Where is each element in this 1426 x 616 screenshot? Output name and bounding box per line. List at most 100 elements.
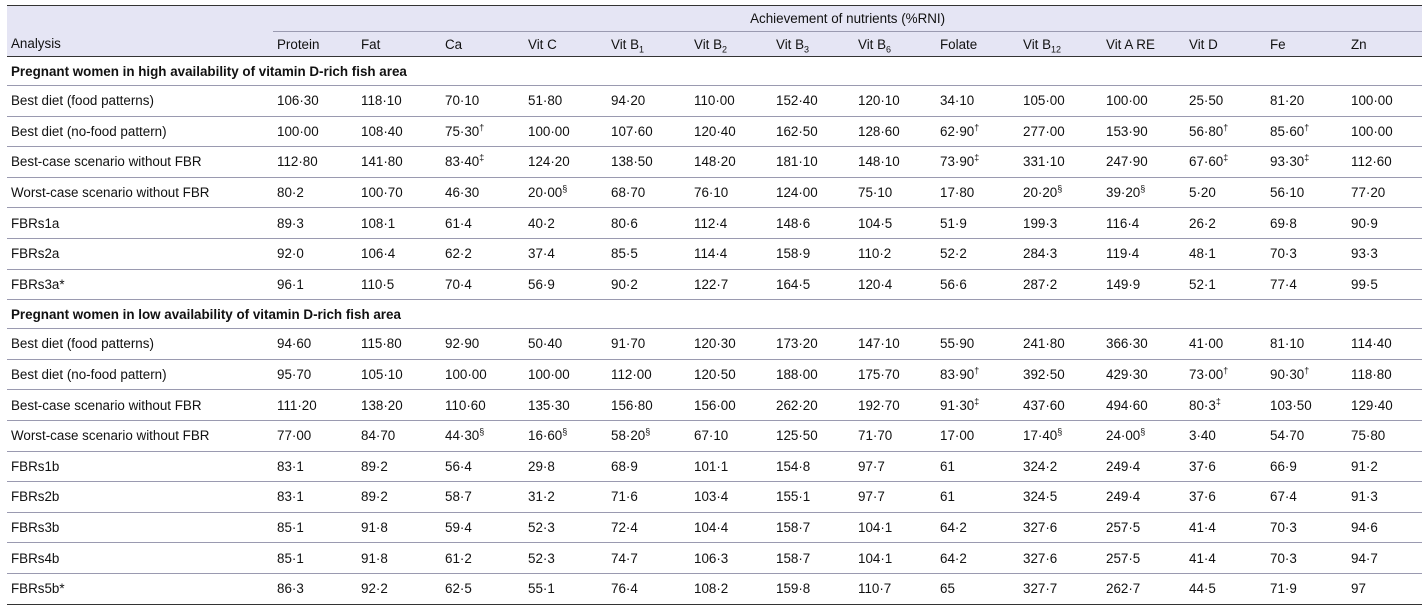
cell-value: 327·7 bbox=[1023, 581, 1058, 597]
cell-value: 112·80 bbox=[277, 154, 318, 170]
cell-value: 61 bbox=[940, 458, 955, 474]
cell-value: 80·2 bbox=[277, 185, 304, 201]
cell-value: 392·50 bbox=[1023, 367, 1065, 383]
cell-value: 94·7 bbox=[1351, 550, 1378, 566]
table-cell: 81·20 bbox=[1266, 85, 1347, 117]
cell-value: 97 bbox=[1351, 581, 1366, 597]
table-cell: 111·20 bbox=[273, 389, 357, 421]
cell-value: 70·3 bbox=[1270, 520, 1297, 536]
row-label: Best diet (food patterns) bbox=[7, 85, 273, 117]
cell-value: 51·80 bbox=[528, 93, 563, 109]
cell-value: 61·2 bbox=[445, 550, 472, 566]
cell-value: 112·00 bbox=[611, 367, 652, 383]
table-cell: 188·00 bbox=[772, 359, 854, 391]
row-label: Best diet (no-food pattern) bbox=[7, 359, 273, 391]
table-cell: 90·9 bbox=[1347, 207, 1423, 239]
cell-value: 94·60 bbox=[277, 336, 312, 352]
nutrient-achievement-table: Achievement of nutrients (%RNI) Analysis… bbox=[7, 5, 1423, 605]
table-cell: 71·6 bbox=[607, 481, 690, 513]
table-cell: 83·1 bbox=[273, 451, 357, 483]
table-cell: 31·2 bbox=[524, 481, 607, 513]
cell-value: 181·10 bbox=[776, 154, 818, 170]
footnote-marker: § bbox=[562, 183, 568, 194]
cell-value: 70·4 bbox=[445, 276, 472, 292]
table-cell: 104·1 bbox=[854, 512, 936, 544]
cell-value: 90·30 bbox=[1270, 367, 1305, 383]
table-cell: 52·3 bbox=[524, 542, 607, 574]
table-cell: 34·10 bbox=[936, 85, 1019, 117]
table-cell: 148·6 bbox=[772, 207, 854, 239]
cell-value: 257·5 bbox=[1106, 550, 1141, 566]
cell-value: 114·40 bbox=[1351, 336, 1392, 352]
cell-value: 66·9 bbox=[1270, 458, 1297, 474]
cell-value: 103·4 bbox=[694, 489, 729, 505]
cell-value: 50·40 bbox=[528, 336, 563, 352]
footnote-marker: § bbox=[1140, 183, 1146, 194]
cell-value: 287·2 bbox=[1023, 276, 1058, 292]
table-cell: 107·60 bbox=[607, 116, 690, 148]
cell-value: 106·4 bbox=[361, 246, 396, 262]
cell-value: 64·2 bbox=[940, 520, 967, 536]
table-cell: 110·60 bbox=[441, 389, 524, 421]
table-cell: 52·1 bbox=[1185, 269, 1266, 301]
cell-value: 75·80 bbox=[1351, 428, 1386, 444]
cell-value: 85·5 bbox=[611, 246, 638, 262]
table-cell: 100·00 bbox=[273, 116, 357, 148]
table-cell: 17·80 bbox=[936, 177, 1019, 209]
table-cell: 83·90† bbox=[936, 359, 1019, 391]
cell-value: 52·1 bbox=[1189, 276, 1216, 292]
footnote-marker: ‡ bbox=[1223, 153, 1229, 164]
cell-value: 106·3 bbox=[694, 550, 729, 566]
cell-value: 124·00 bbox=[776, 185, 818, 201]
table-cell: 114·4 bbox=[690, 238, 772, 270]
row-label: Worst-case scenario without FBR bbox=[7, 177, 273, 209]
cell-value: 61·4 bbox=[445, 215, 472, 231]
table-cell: 284·3 bbox=[1019, 238, 1102, 270]
cell-value: 154·8 bbox=[776, 458, 811, 474]
table-cell: 61·4 bbox=[441, 207, 524, 239]
table-cell: 110·00 bbox=[690, 85, 772, 117]
column-header: Fat bbox=[357, 31, 441, 57]
cell-value: 83·40 bbox=[445, 154, 480, 170]
table-cell: 83·40‡ bbox=[441, 146, 524, 178]
table-cell: 44·5 bbox=[1185, 573, 1266, 605]
table-cell: 158·7 bbox=[772, 512, 854, 544]
section-header-row: Pregnant women in high availability of v… bbox=[7, 56, 1423, 86]
cell-value: 100·00 bbox=[528, 123, 570, 139]
cell-value: 83·1 bbox=[277, 489, 304, 505]
cell-value: 3·40 bbox=[1189, 428, 1216, 444]
table-cell: 25·50 bbox=[1185, 85, 1266, 117]
table-cell: 106·30 bbox=[273, 85, 357, 117]
cell-value: 173·20 bbox=[776, 336, 818, 352]
table-cell: 64·2 bbox=[936, 512, 1019, 544]
table-cell: 114·40 bbox=[1347, 328, 1423, 360]
table-cell: 120·50 bbox=[690, 359, 772, 391]
cell-value: 155·1 bbox=[776, 489, 811, 505]
cell-value: 147·10 bbox=[858, 336, 900, 352]
cell-value: 120·30 bbox=[694, 336, 736, 352]
cell-value: 56·6 bbox=[940, 276, 967, 292]
table-cell: 124·20 bbox=[524, 146, 607, 178]
column-header-label: Protein bbox=[277, 36, 320, 52]
cell-value: 158·7 bbox=[776, 520, 811, 536]
cell-value: 95·70 bbox=[277, 367, 312, 383]
table-row: FBRs1b 83·1 89·2 56·4 29·8 68·9 101·1 154·8 97·7… bbox=[7, 451, 1423, 483]
cell-value: 104·1 bbox=[858, 550, 893, 566]
group-header: Achievement of nutrients (%RNI) bbox=[273, 5, 1423, 32]
cell-value: 106·30 bbox=[277, 93, 319, 109]
table-row: FBRs2b 83·1 89·2 58·7 31·2 71·6 103·4 155·1 97·7… bbox=[7, 481, 1423, 513]
footnote-marker: ‡ bbox=[1215, 396, 1221, 407]
table-cell: 64·2 bbox=[936, 542, 1019, 574]
table-cell: 164·5 bbox=[772, 269, 854, 301]
column-header: Vit B1 bbox=[607, 31, 690, 57]
cell-value: 159·8 bbox=[776, 581, 811, 597]
column-header-label: Vit B bbox=[611, 36, 640, 52]
table-cell: 125·50 bbox=[772, 420, 854, 452]
footnote-marker: ‡ bbox=[479, 153, 485, 164]
footnote-marker: ‡ bbox=[1304, 153, 1310, 164]
table-cell: 65 bbox=[936, 573, 1019, 605]
cell-value: 324·5 bbox=[1023, 489, 1058, 505]
cell-value: 108·40 bbox=[361, 123, 403, 139]
column-header-analysis: Analysis bbox=[7, 31, 273, 57]
footnote-marker: † bbox=[1223, 365, 1229, 376]
